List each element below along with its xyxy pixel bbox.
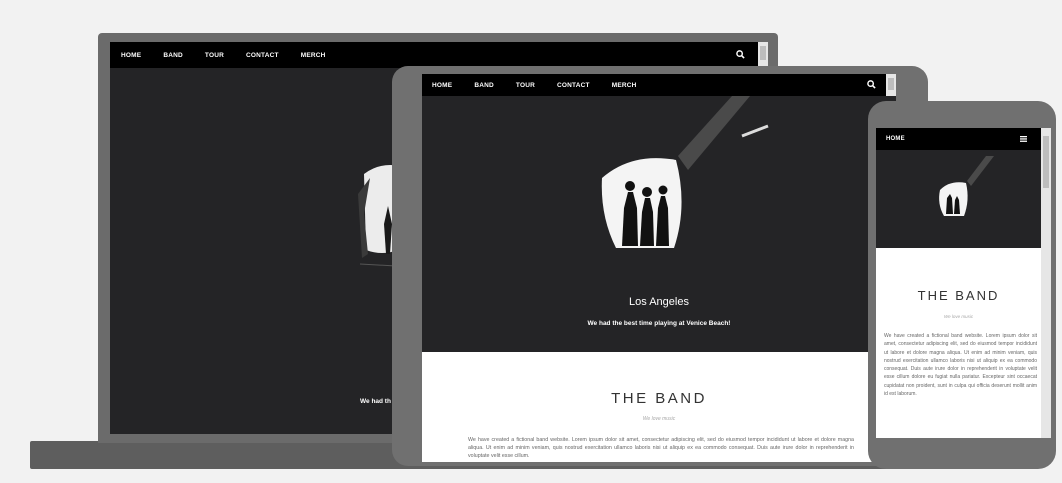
search-icon[interactable]: [736, 50, 745, 59]
hamburger-menu-icon[interactable]: [1020, 136, 1027, 142]
section-subtitle: We love music: [642, 416, 676, 422]
hero-concert-image: [939, 156, 994, 216]
nav-tour-link[interactable]: TOUR: [516, 82, 535, 89]
search-icon[interactable]: [867, 80, 876, 89]
nav-contact-link[interactable]: CONTACT: [246, 52, 279, 59]
scrollbar[interactable]: [1041, 128, 1051, 438]
tablet-hero: Los Angeles We had the best time playing…: [422, 74, 896, 352]
section-title: THE BAND: [917, 288, 1000, 303]
section-subtitle: We love music: [943, 314, 974, 319]
laptop-navbar: HOME BAND TOUR CONTACT MERCH: [110, 42, 768, 68]
phone-navbar: HOME: [876, 128, 1051, 150]
nav-home-link[interactable]: HOME: [432, 82, 452, 89]
scrollbar[interactable]: [886, 74, 896, 96]
scrollbar-thumb[interactable]: [888, 78, 894, 90]
hero-caption: We had th: [360, 398, 391, 405]
section-title: THE BAND: [611, 390, 707, 407]
nav-tour-link[interactable]: TOUR: [205, 52, 224, 59]
nav-merch-link[interactable]: MERCH: [612, 82, 637, 89]
tablet-navbar: HOME BAND TOUR CONTACT MERCH: [422, 74, 896, 96]
hero-concert-image: [601, 96, 769, 248]
tablet-screen: Los Angeles We had the best time playing…: [422, 74, 896, 462]
nav-band-link[interactable]: BAND: [163, 52, 183, 59]
section-body-text: We have created a fictional band website…: [884, 333, 1037, 398]
scrollbar[interactable]: [758, 42, 768, 68]
scrollbar-thumb[interactable]: [760, 46, 766, 60]
nav-merch-link[interactable]: MERCH: [301, 52, 326, 59]
nav-home-link[interactable]: HOME: [886, 136, 905, 142]
section-body-text: We have created a fictional band website…: [468, 437, 854, 459]
nav-contact-link[interactable]: CONTACT: [557, 82, 590, 89]
scrollbar-thumb[interactable]: [1043, 136, 1049, 188]
hero-city-title: Los Angeles: [629, 296, 689, 308]
nav-home-link[interactable]: HOME: [121, 52, 141, 59]
phone-screen: HOME THE BAND We love music We have crea…: [876, 128, 1051, 438]
hero-caption: We had the best time playing at Venice B…: [587, 320, 731, 327]
nav-band-link[interactable]: BAND: [474, 82, 494, 89]
